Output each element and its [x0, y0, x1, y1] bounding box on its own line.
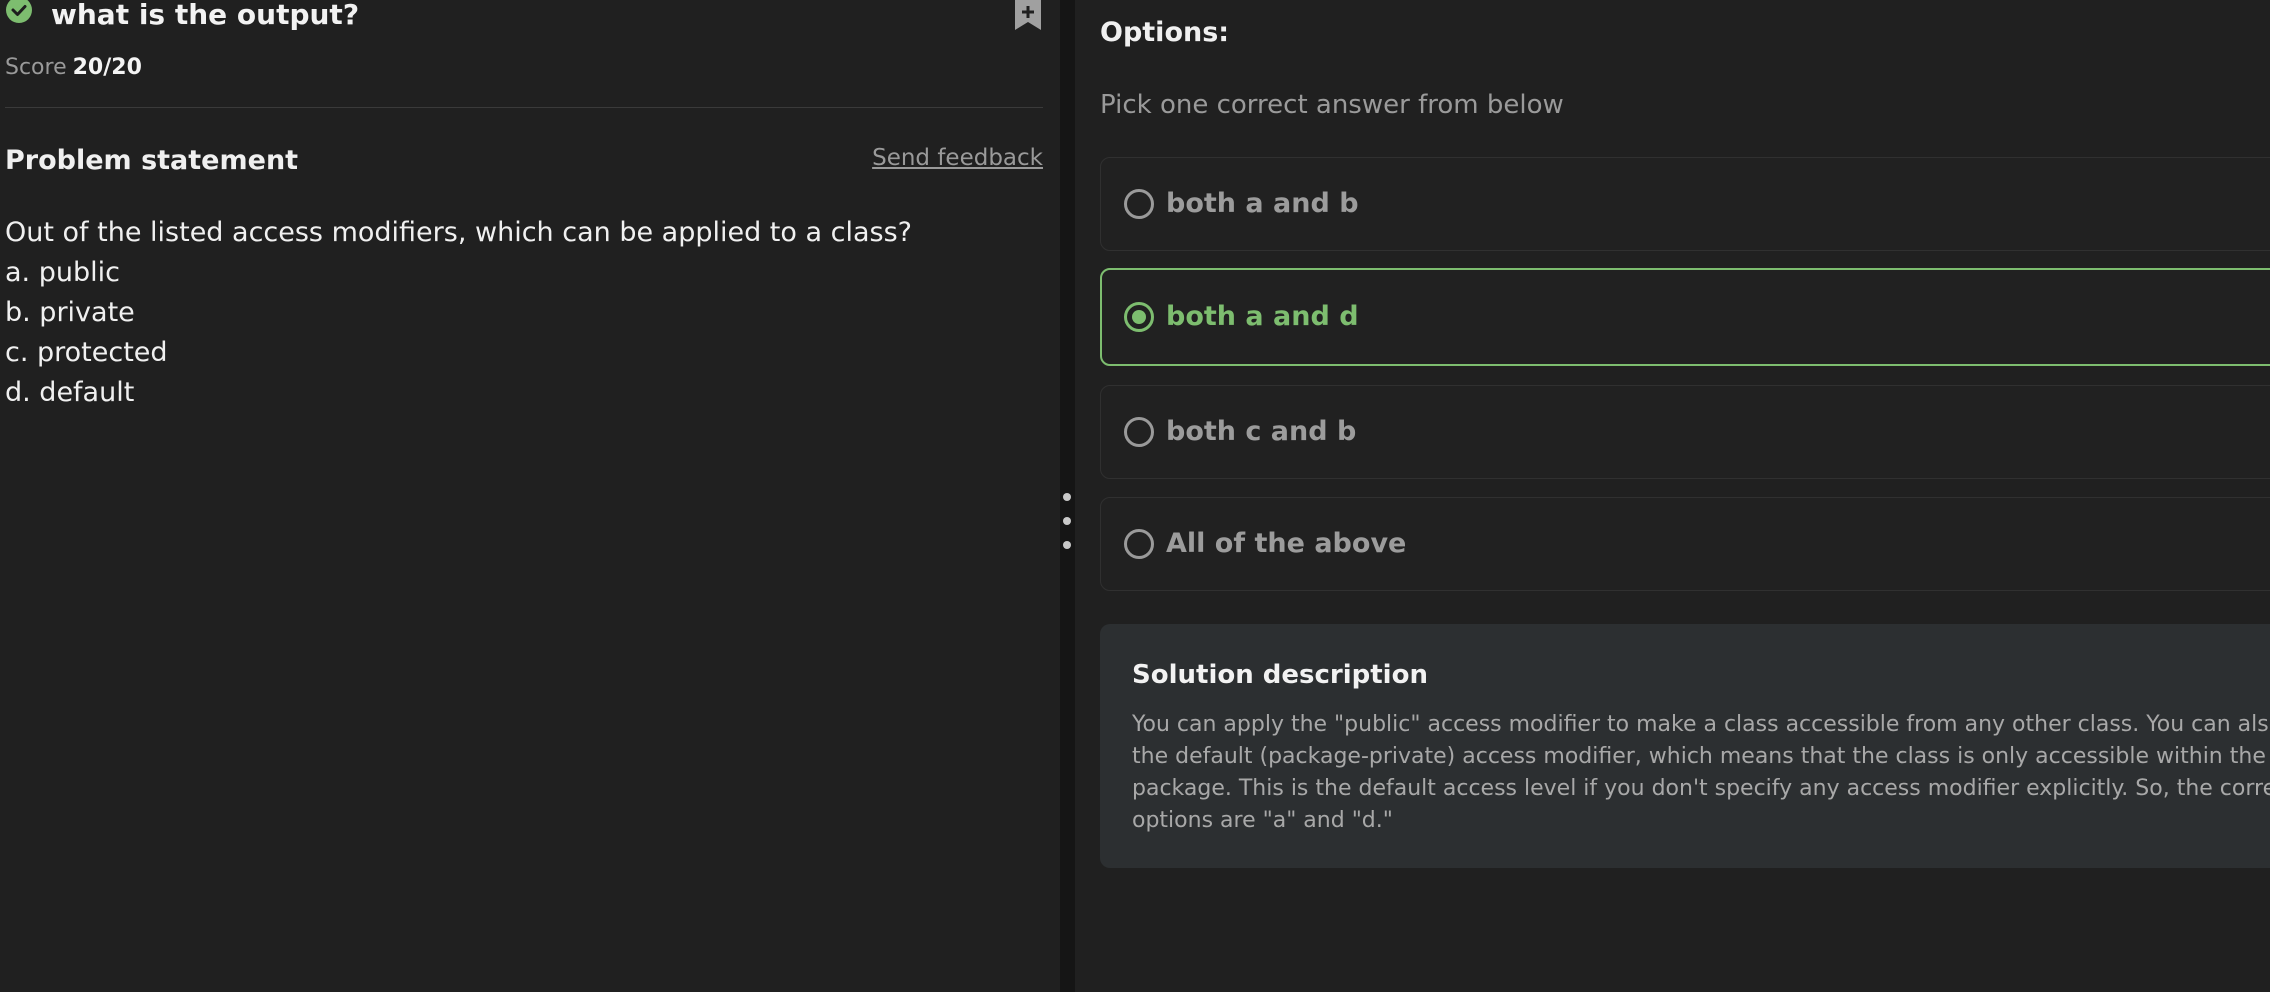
send-feedback-link[interactable]: Send feedback [872, 142, 1043, 174]
question-title: what is the output? [51, 0, 360, 31]
solution-card: Solution description You can apply the "… [1100, 624, 2270, 868]
problem-panel: what is the output? Score 20/20 Problem s… [0, 0, 1060, 992]
statement-option-a: a. public [5, 257, 120, 288]
option-label: both a and b [1166, 188, 1359, 219]
option-label: both c and b [1166, 416, 1357, 447]
question-header: what is the output? [5, 0, 1043, 36]
score-label: Score [5, 55, 67, 80]
options-panel: Options: Pick one correct answer from be… [1075, 0, 2270, 992]
option-label: All of the above [1166, 528, 1407, 559]
options-instruction: Pick one correct answer from below [1100, 90, 1564, 120]
radio-icon [1124, 417, 1154, 447]
bookmark-plus-icon[interactable] [1013, 0, 1043, 32]
solution-heading: Solution description [1132, 660, 1428, 690]
radio-icon [1124, 189, 1154, 219]
problem-statement-heading: Problem statement [5, 145, 299, 176]
radio-selected-icon [1124, 302, 1154, 332]
option-3[interactable]: both c and b [1100, 385, 2270, 479]
divider [5, 107, 1043, 108]
radio-icon [1124, 529, 1154, 559]
solution-line: You can apply the "public" access modifi… [1132, 712, 2270, 737]
problem-statement: Out of the listed access modifiers, whic… [5, 213, 1035, 413]
options-heading: Options: [1100, 17, 1230, 48]
panel-resize-handle[interactable] [1060, 0, 1075, 992]
score-value: 20/20 [72, 55, 142, 80]
quiz-screen: what is the output? Score 20/20 Problem s… [0, 0, 2270, 992]
score: Score 20/20 [5, 53, 142, 83]
option-2[interactable]: both a and d [1100, 268, 2270, 366]
statement-option-c: c. protected [5, 337, 168, 368]
statement-question: Out of the listed access modifiers, whic… [5, 217, 912, 248]
option-4[interactable]: All of the above [1100, 497, 2270, 591]
option-1[interactable]: both a and b [1100, 157, 2270, 251]
check-circle-icon [6, 0, 32, 23]
solution-line: package. This is the default access leve… [1132, 776, 2270, 801]
statement-option-d: d. default [5, 377, 135, 408]
drag-handle-icon [1063, 493, 1072, 553]
solution-text: You can apply the "public" access modifi… [1132, 709, 2270, 837]
option-label: both a and d [1166, 301, 1359, 332]
solution-line: options are "a" and "d." [1132, 808, 1393, 833]
statement-option-b: b. private [5, 297, 135, 328]
solution-line: the default (package-private) access mod… [1132, 744, 2270, 769]
